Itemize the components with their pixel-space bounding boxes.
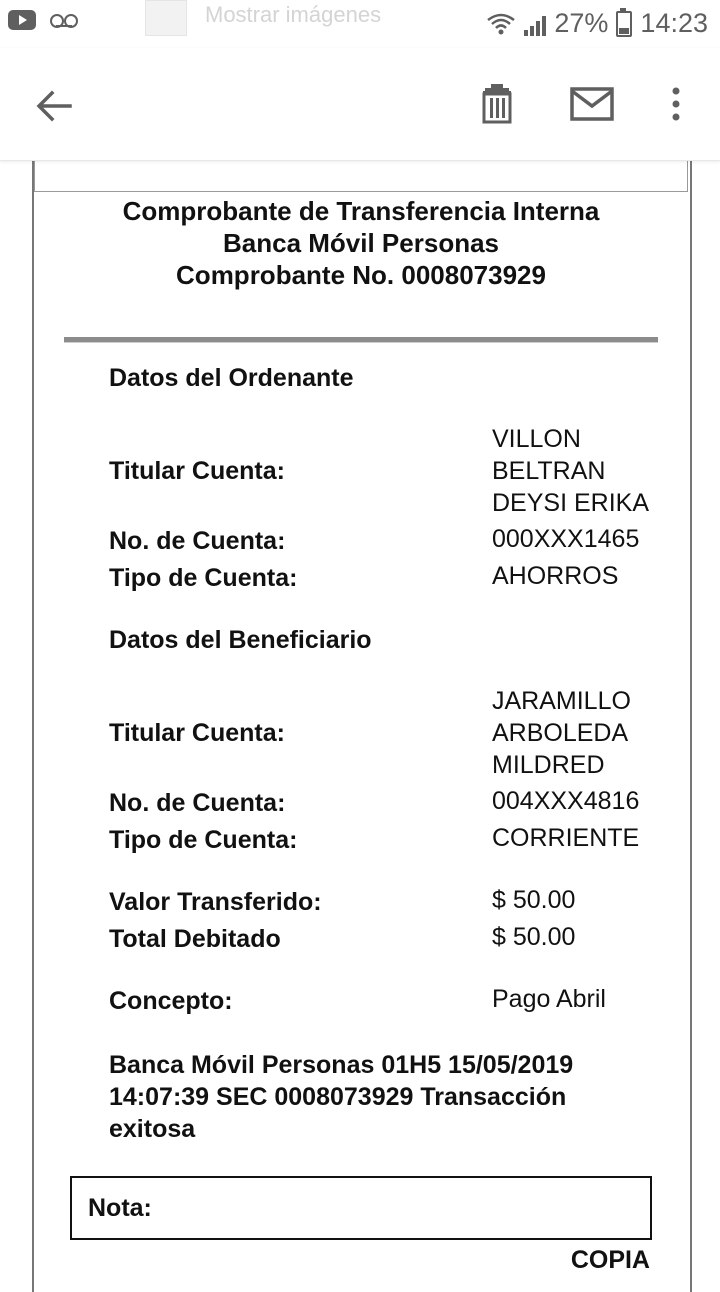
receipt-title-line2: Banca Móvil Personas: [223, 228, 499, 258]
valor-transferido-label: Valor Transferido:: [109, 888, 322, 916]
receipt-title-line1: Comprobante de Transferencia Interna: [122, 196, 600, 226]
app-toolbar: [0, 48, 720, 161]
total-debitado-label: Total Debitado: [109, 925, 281, 953]
transaction-summary: Banca Móvil Personas 01H5 15/05/2019 14:…: [109, 1049, 649, 1145]
ordenante-tipo-label: Tipo de Cuenta:: [109, 564, 298, 592]
copia-label: COPIA: [570, 1246, 650, 1274]
ordenante-cuenta-value: 000XXX1465: [492, 525, 640, 553]
transaction-summary-line: exitosa: [109, 1115, 196, 1143]
valor-transferido-value: $ 50.00: [492, 886, 576, 914]
signal-icon: [524, 12, 547, 36]
ordenante-titular-label: Titular Cuenta:: [109, 457, 285, 485]
receipt-number: Comprobante No. 0008073929: [176, 260, 546, 290]
total-debitado-value: $ 50.00: [492, 923, 576, 951]
beneficiario-titular-line: ARBOLEDA: [492, 719, 629, 747]
voicemail-icon: [50, 13, 78, 28]
ordenante-titular-line: DEYSI ERIKA: [492, 489, 649, 517]
mail-icon[interactable]: [568, 84, 616, 124]
wifi-icon: [487, 13, 516, 34]
image-placeholder-icon: [145, 0, 187, 36]
beneficiario-titular-label: Titular Cuenta:: [109, 719, 285, 747]
trash-icon[interactable]: [475, 82, 519, 126]
ordenante-section-title: Datos del Ordenante: [109, 364, 354, 392]
ordenante-titular-line: BELTRAN: [492, 457, 606, 485]
youtube-icon: [8, 10, 36, 30]
email-header-box: [34, 160, 688, 192]
beneficiario-tipo-label: Tipo de Cuenta:: [109, 826, 298, 854]
back-arrow-icon[interactable]: [32, 84, 76, 128]
status-right: 27% 14:23: [486, 7, 708, 39]
nota-box: Nota:: [70, 1176, 652, 1240]
concepto-label: Concepto:: [109, 987, 233, 1015]
beneficiario-cuenta-label: No. de Cuenta:: [109, 789, 286, 817]
beneficiario-titular-line: JARAMILLO: [492, 687, 631, 715]
beneficiario-titular-value: JARAMILLO ARBOLEDA MILDRED: [492, 685, 692, 781]
more-vert-icon[interactable]: [660, 84, 692, 124]
battery-percent: 27%: [554, 8, 609, 38]
beneficiario-section-title: Datos del Beneficiario: [109, 626, 372, 654]
notification-text: Mostrar imágenes: [205, 2, 382, 27]
ordenante-titular-line: VILLON: [492, 425, 581, 453]
concepto-value: Pago Abril: [492, 985, 606, 1013]
ordenante-titular-value: VILLON BELTRAN DEYSI ERIKA: [492, 423, 692, 519]
beneficiario-cuenta-value: 004XXX4816: [492, 787, 640, 815]
receipt-title: Comprobante de Transferencia Interna Ban…: [34, 195, 688, 291]
beneficiario-titular-line: MILDRED: [492, 751, 605, 779]
status-bar: Mostrar imágenes 27% 14:23: [0, 0, 720, 48]
transaction-summary-line: Banca Móvil Personas 01H5 15/05/2019: [109, 1051, 574, 1079]
battery-icon: [616, 7, 633, 37]
clock: 14:23: [640, 8, 708, 38]
nota-label: Nota:: [88, 1194, 152, 1222]
ordenante-tipo-value: AHORROS: [492, 562, 619, 590]
status-left-icons: [8, 10, 78, 30]
divider: [64, 337, 658, 343]
beneficiario-tipo-value: CORRIENTE: [492, 824, 640, 852]
transaction-summary-line: 14:07:39 SEC 0008073929 Transacción: [109, 1083, 567, 1111]
ordenante-cuenta-label: No. de Cuenta:: [109, 527, 286, 555]
